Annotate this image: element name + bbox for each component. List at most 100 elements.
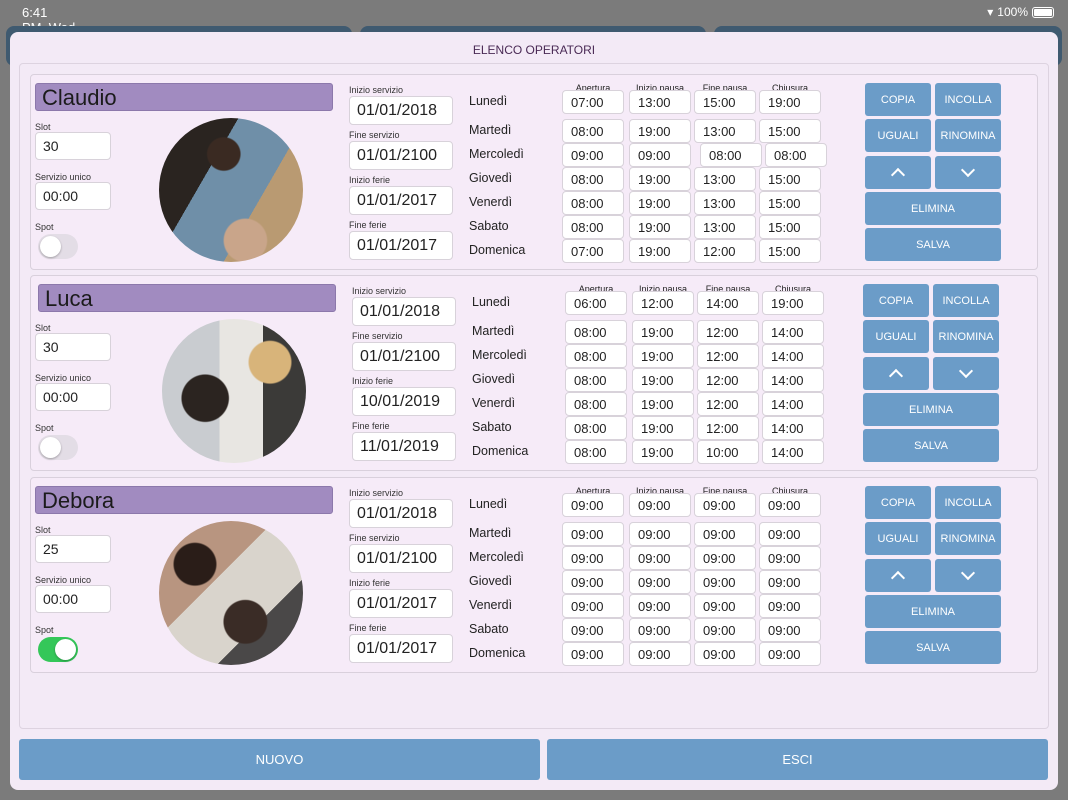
time-input[interactable]: 09:00 xyxy=(562,143,624,167)
time-input[interactable]: 08:00 xyxy=(562,167,624,191)
time-input[interactable]: 14:00 xyxy=(762,440,824,464)
time-input[interactable]: 13:00 xyxy=(694,191,756,215)
time-input[interactable]: 08:00 xyxy=(700,143,762,167)
inizio-ferie-input[interactable]: 01/01/2017 xyxy=(349,186,453,215)
time-input[interactable]: 09:00 xyxy=(629,493,691,517)
inizio-servizio-input[interactable]: 01/01/2018 xyxy=(349,96,453,125)
equal-button[interactable]: UGUALI xyxy=(865,119,931,152)
paste-button[interactable]: INCOLLA xyxy=(935,83,1001,116)
time-input[interactable]: 09:00 xyxy=(694,522,756,546)
time-input[interactable]: 19:00 xyxy=(629,191,691,215)
move-down-button[interactable] xyxy=(935,156,1001,189)
time-input[interactable]: 09:00 xyxy=(694,546,756,570)
time-input[interactable]: 15:00 xyxy=(694,90,756,114)
slot-input[interactable]: 30 xyxy=(35,333,111,361)
inizio-servizio-input[interactable]: 01/01/2018 xyxy=(352,297,456,326)
time-input[interactable]: 09:00 xyxy=(694,594,756,618)
spot-toggle[interactable] xyxy=(38,435,78,460)
time-input[interactable]: 15:00 xyxy=(759,167,821,191)
time-input[interactable]: 09:00 xyxy=(759,522,821,546)
time-input[interactable]: 09:00 xyxy=(562,493,624,517)
time-input[interactable]: 19:00 xyxy=(632,416,694,440)
move-up-button[interactable] xyxy=(865,156,931,189)
move-down-button[interactable] xyxy=(935,559,1001,592)
time-input[interactable]: 09:00 xyxy=(562,594,624,618)
save-button[interactable]: SALVA xyxy=(863,429,999,462)
time-input[interactable]: 12:00 xyxy=(697,416,759,440)
time-input[interactable]: 07:00 xyxy=(562,239,624,263)
exit-button[interactable]: ESCI xyxy=(547,739,1048,780)
time-input[interactable]: 13:00 xyxy=(694,215,756,239)
time-input[interactable]: 09:00 xyxy=(694,493,756,517)
time-input[interactable]: 08:00 xyxy=(565,392,627,416)
rename-button[interactable]: RINOMINA xyxy=(933,320,999,353)
time-input[interactable]: 10:00 xyxy=(697,440,759,464)
move-down-button[interactable] xyxy=(933,357,999,390)
inizio-ferie-input[interactable]: 01/01/2017 xyxy=(349,589,453,618)
time-input[interactable]: 14:00 xyxy=(762,368,824,392)
time-input[interactable]: 09:00 xyxy=(759,642,821,666)
time-input[interactable]: 14:00 xyxy=(697,291,759,315)
time-input[interactable]: 13:00 xyxy=(694,167,756,191)
equal-button[interactable]: UGUALI xyxy=(863,320,929,353)
delete-button[interactable]: ELIMINA xyxy=(865,595,1001,628)
time-input[interactable]: 09:00 xyxy=(629,618,691,642)
time-input[interactable]: 08:00 xyxy=(562,119,624,143)
time-input[interactable]: 19:00 xyxy=(759,90,821,114)
time-input[interactable]: 09:00 xyxy=(629,570,691,594)
operator-name[interactable]: Debora xyxy=(35,486,333,514)
time-input[interactable]: 14:00 xyxy=(762,392,824,416)
time-input[interactable]: 15:00 xyxy=(759,191,821,215)
time-input[interactable]: 19:00 xyxy=(629,215,691,239)
time-input[interactable]: 09:00 xyxy=(694,642,756,666)
fine-ferie-input[interactable]: 01/01/2017 xyxy=(349,634,453,663)
paste-button[interactable]: INCOLLA xyxy=(933,284,999,317)
time-input[interactable]: 14:00 xyxy=(762,320,824,344)
rename-button[interactable]: RINOMINA xyxy=(935,119,1001,152)
time-input[interactable]: 19:00 xyxy=(632,392,694,416)
inizio-servizio-input[interactable]: 01/01/2018 xyxy=(349,499,453,528)
time-input[interactable]: 09:00 xyxy=(562,522,624,546)
time-input[interactable]: 09:00 xyxy=(694,570,756,594)
time-input[interactable]: 09:00 xyxy=(629,594,691,618)
inizio-ferie-input[interactable]: 10/01/2019 xyxy=(352,387,456,416)
time-input[interactable]: 19:00 xyxy=(762,291,824,315)
time-input[interactable]: 19:00 xyxy=(632,320,694,344)
paste-button[interactable]: INCOLLA xyxy=(935,486,1001,519)
operator-name[interactable]: Luca xyxy=(38,284,336,312)
time-input[interactable]: 15:00 xyxy=(759,119,821,143)
fine-servizio-input[interactable]: 01/01/2100 xyxy=(349,141,453,170)
time-input[interactable]: 08:00 xyxy=(562,215,624,239)
operators-list[interactable]: Claudio Slot 30 Servizio unico 00:00 Spot Iniz… xyxy=(19,63,1049,729)
time-input[interactable]: 08:00 xyxy=(565,440,627,464)
time-input[interactable]: 19:00 xyxy=(632,344,694,368)
time-input[interactable]: 08:00 xyxy=(765,143,827,167)
operator-name[interactable]: Claudio xyxy=(35,83,333,111)
time-input[interactable]: 07:00 xyxy=(562,90,624,114)
equal-button[interactable]: UGUALI xyxy=(865,522,931,555)
time-input[interactable]: 09:00 xyxy=(562,642,624,666)
time-input[interactable]: 12:00 xyxy=(697,344,759,368)
move-up-button[interactable] xyxy=(863,357,929,390)
time-input[interactable]: 12:00 xyxy=(697,320,759,344)
time-input[interactable]: 15:00 xyxy=(759,215,821,239)
time-input[interactable]: 08:00 xyxy=(565,416,627,440)
time-input[interactable]: 08:00 xyxy=(565,368,627,392)
fine-ferie-input[interactable]: 01/01/2017 xyxy=(349,231,453,260)
time-input[interactable]: 09:00 xyxy=(759,493,821,517)
time-input[interactable]: 13:00 xyxy=(694,119,756,143)
time-input[interactable]: 09:00 xyxy=(562,618,624,642)
time-input[interactable]: 19:00 xyxy=(632,368,694,392)
rename-button[interactable]: RINOMINA xyxy=(935,522,1001,555)
time-input[interactable]: 14:00 xyxy=(762,416,824,440)
time-input[interactable]: 09:00 xyxy=(629,143,691,167)
servizio-unico-input[interactable]: 00:00 xyxy=(35,383,111,411)
time-input[interactable]: 09:00 xyxy=(759,570,821,594)
time-input[interactable]: 19:00 xyxy=(629,119,691,143)
time-input[interactable]: 09:00 xyxy=(562,546,624,570)
time-input[interactable]: 09:00 xyxy=(629,522,691,546)
time-input[interactable]: 15:00 xyxy=(759,239,821,263)
time-input[interactable]: 13:00 xyxy=(629,90,691,114)
delete-button[interactable]: ELIMINA xyxy=(863,393,999,426)
time-input[interactable]: 09:00 xyxy=(629,642,691,666)
